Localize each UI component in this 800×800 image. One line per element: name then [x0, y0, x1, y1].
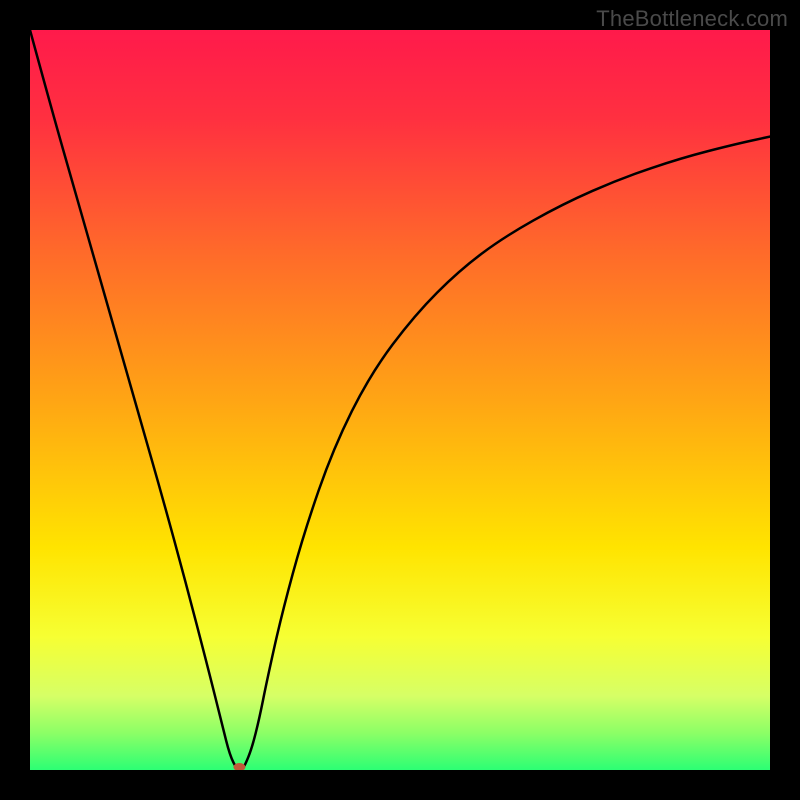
watermark-text: TheBottleneck.com	[596, 6, 788, 32]
bottleneck-chart	[30, 30, 770, 770]
chart-background	[30, 30, 770, 770]
chart-frame	[30, 30, 770, 770]
